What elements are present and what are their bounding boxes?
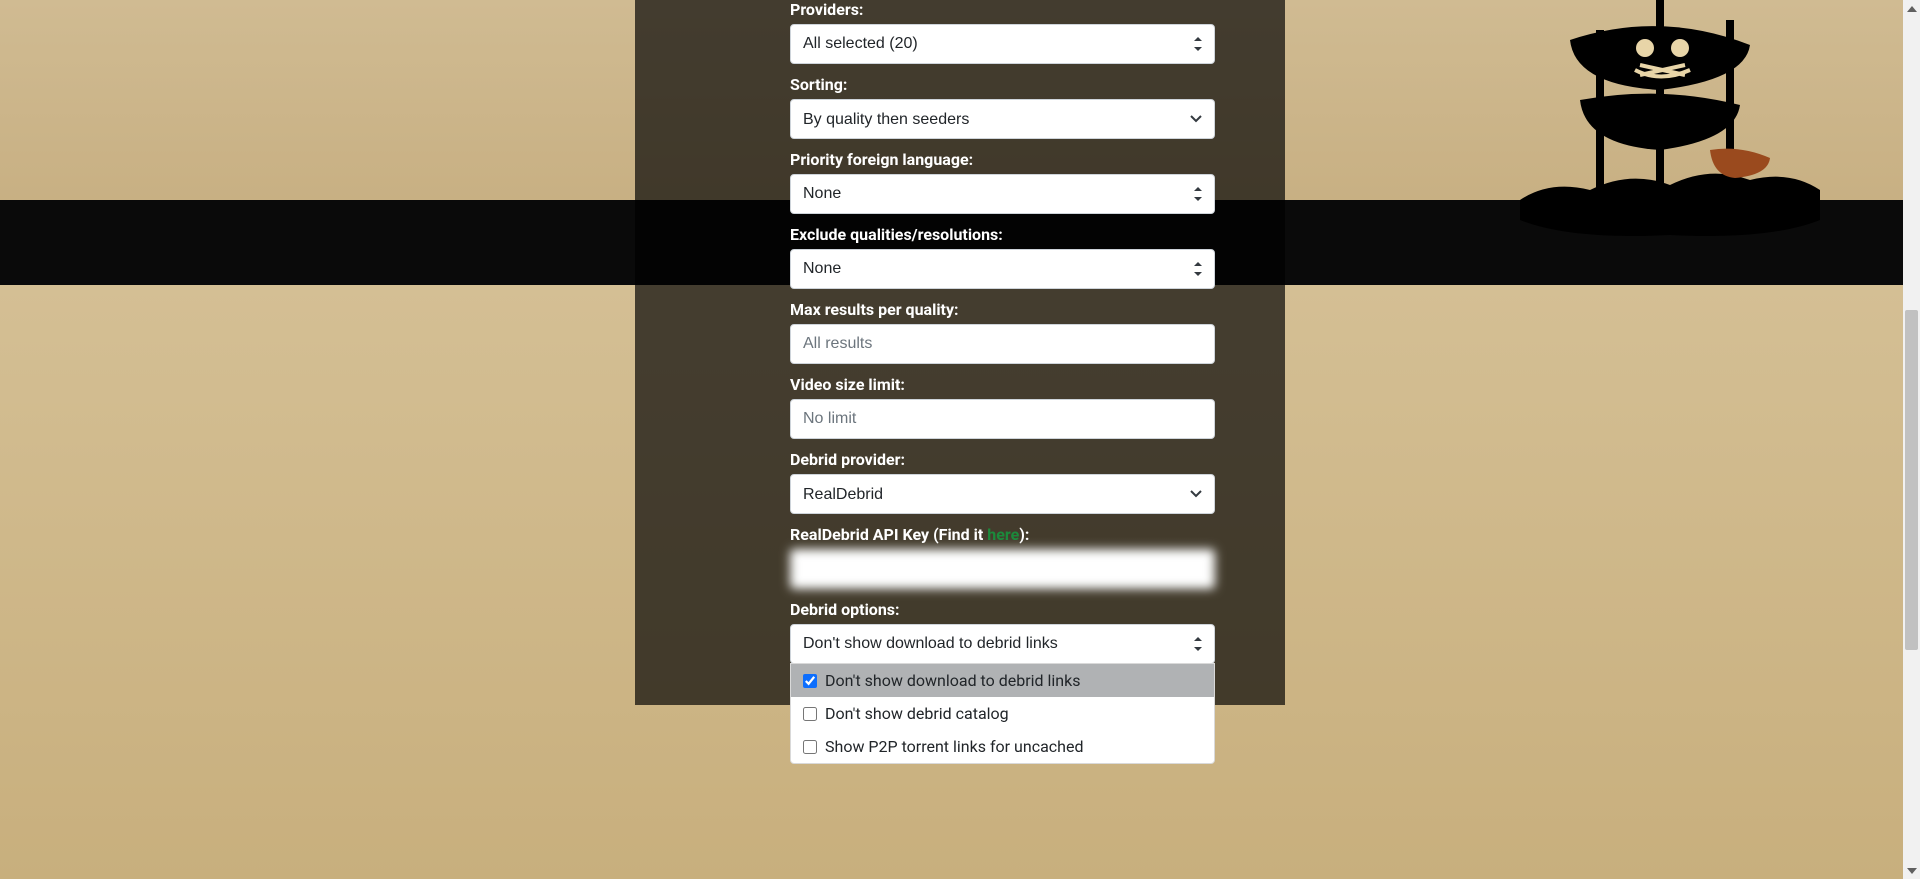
vertical-scrollbar[interactable] — [1903, 0, 1920, 879]
scrollbar-up-arrow-icon[interactable] — [1903, 0, 1920, 17]
max-results-label: Max results per quality: — [790, 300, 1215, 319]
debrid-options-value: Don't show download to debrid links — [803, 635, 1058, 653]
max-results-group: Max results per quality: — [790, 300, 1215, 364]
debrid-option-label: Show P2P torrent links for uncached — [825, 737, 1083, 756]
exclude-qualities-label: Exclude qualities/resolutions: — [790, 225, 1215, 244]
debrid-option-checkbox[interactable] — [803, 740, 817, 754]
priority-language-select[interactable]: None — [790, 174, 1215, 214]
api-key-label: RealDebrid API Key (Find it here): — [790, 525, 1215, 544]
priority-language-group: Priority foreign language: None — [790, 150, 1215, 214]
debrid-provider-label: Debrid provider: — [790, 450, 1215, 469]
scrollbar-down-arrow-icon[interactable] — [1903, 862, 1920, 879]
debrid-option-item[interactable]: Don't show download to debrid links — [791, 664, 1214, 697]
providers-value: All selected (20) — [803, 35, 918, 53]
caret-updown-icon — [1194, 187, 1202, 201]
settings-panel: Providers: All selected (20) Sorting: By… — [635, 0, 1285, 705]
api-key-label-prefix: RealDebrid API Key (Find it — [790, 525, 987, 544]
api-key-label-suffix: ): — [1019, 525, 1029, 544]
api-key-group: RealDebrid API Key (Find it here): — [790, 525, 1215, 589]
debrid-option-checkbox[interactable] — [803, 674, 817, 688]
caret-updown-icon — [1194, 262, 1202, 276]
max-results-input[interactable] — [790, 324, 1215, 364]
debrid-options-label: Debrid options: — [790, 600, 1215, 619]
api-key-here-link[interactable]: here — [987, 525, 1019, 544]
exclude-qualities-value: None — [803, 260, 841, 278]
debrid-options-select[interactable]: Don't show download to debrid links — [790, 624, 1215, 664]
debrid-provider-group: Debrid provider: RealDebrid — [790, 450, 1215, 514]
priority-language-label: Priority foreign language: — [790, 150, 1215, 169]
debrid-option-label: Don't show debrid catalog — [825, 704, 1009, 723]
scrollbar-thumb[interactable] — [1905, 310, 1918, 650]
video-size-input[interactable] — [790, 399, 1215, 439]
sorting-label: Sorting: — [790, 75, 1215, 94]
exclude-qualities-select[interactable]: None — [790, 249, 1215, 289]
exclude-qualities-group: Exclude qualities/resolutions: None — [790, 225, 1215, 289]
api-key-input[interactable] — [790, 549, 1215, 589]
caret-updown-icon — [1194, 37, 1202, 51]
sorting-group: Sorting: By quality then seeders — [790, 75, 1215, 139]
providers-select[interactable]: All selected (20) — [790, 24, 1215, 64]
debrid-provider-select[interactable]: RealDebrid — [790, 474, 1215, 514]
sorting-select[interactable]: By quality then seeders — [790, 99, 1215, 139]
caret-updown-icon — [1194, 637, 1202, 651]
video-size-label: Video size limit: — [790, 375, 1215, 394]
video-size-group: Video size limit: — [790, 375, 1215, 439]
debrid-option-item[interactable]: Don't show debrid catalog — [791, 697, 1214, 730]
priority-language-value: None — [803, 185, 841, 203]
providers-label: Providers: — [790, 0, 1215, 19]
debrid-options-dropdown: Don't show download to debrid links Don'… — [790, 663, 1215, 764]
debrid-option-checkbox[interactable] — [803, 707, 817, 721]
debrid-option-item[interactable]: Show P2P torrent links for uncached — [791, 730, 1214, 763]
providers-group: Providers: All selected (20) — [790, 0, 1215, 64]
debrid-option-label: Don't show download to debrid links — [825, 671, 1081, 690]
debrid-options-group: Debrid options: Don't show download to d… — [790, 600, 1215, 664]
